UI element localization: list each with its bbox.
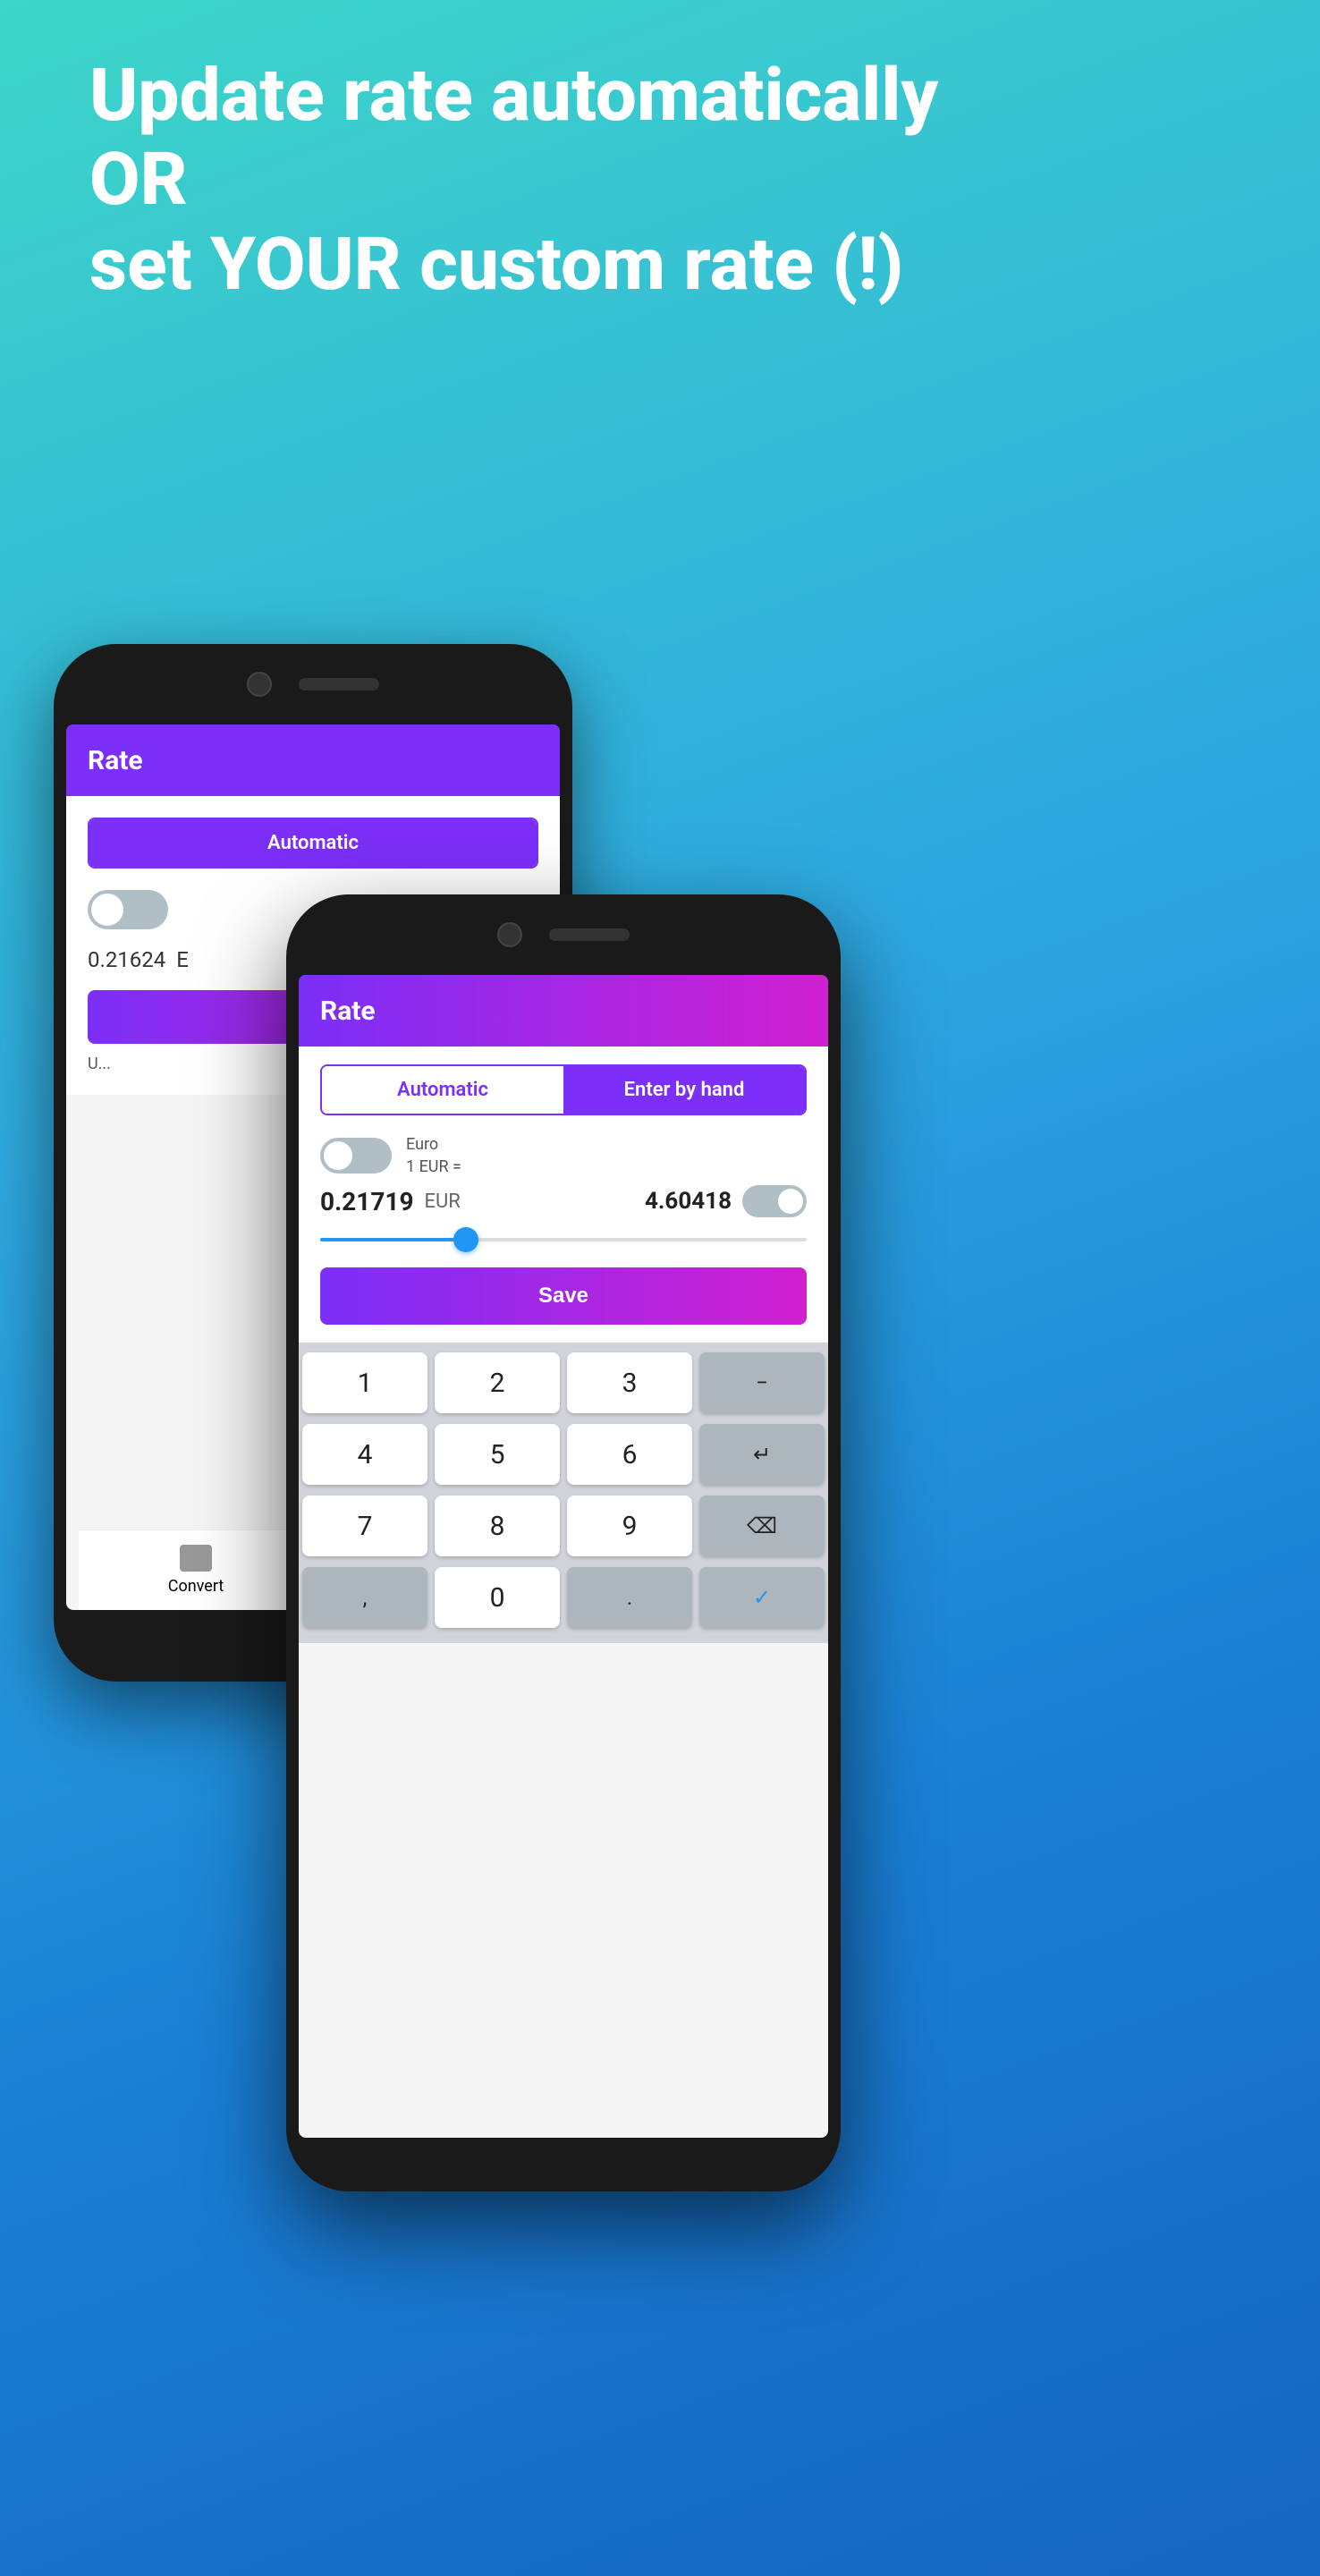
speaker-icon bbox=[299, 678, 379, 691]
kb-key-3[interactable]: 3 bbox=[567, 1352, 692, 1413]
auto-toggle-front[interactable] bbox=[320, 1138, 392, 1174]
rate-currency-label: EUR bbox=[425, 1191, 461, 1213]
kb-key-6[interactable]: 6 bbox=[567, 1424, 692, 1485]
rate-value-row: 0.21719 EUR 4.60418 bbox=[320, 1185, 807, 1217]
rate-right: 4.60418 bbox=[645, 1188, 732, 1215]
kb-key-minus[interactable]: − bbox=[699, 1352, 825, 1413]
euro-info: Euro 1 EUR = bbox=[406, 1133, 461, 1178]
camera-icon-front bbox=[497, 922, 522, 947]
headline-text: Update rate automatically OR set YOUR cu… bbox=[89, 54, 1231, 307]
kb-key-delete[interactable]: ⌫ bbox=[699, 1496, 825, 1556]
kb-key-1[interactable]: 1 bbox=[302, 1352, 427, 1413]
app-bar-front-title: Rate bbox=[320, 996, 376, 1027]
tab-front-automatic[interactable]: Automatic bbox=[322, 1066, 563, 1114]
nav-label-convert: Convert bbox=[168, 1577, 224, 1596]
app-bar-front: Rate bbox=[299, 975, 828, 1046]
tab-group-back[interactable]: Automatic bbox=[88, 818, 538, 869]
kb-key-confirm[interactable]: ✓ bbox=[699, 1567, 825, 1628]
camera-icon bbox=[247, 672, 272, 697]
kb-key-enter[interactable]: ↵ bbox=[699, 1424, 825, 1485]
kb-key-0[interactable]: 0 bbox=[435, 1567, 560, 1628]
phone-front-screen: Rate Automatic Enter by hand Euro 1 EUR … bbox=[299, 975, 828, 2138]
slider-track bbox=[320, 1238, 807, 1241]
speaker-icon-front bbox=[549, 928, 630, 941]
kb-key-2[interactable]: 2 bbox=[435, 1352, 560, 1413]
rate-value-back: 0.21624 bbox=[88, 947, 165, 972]
slider-thumb[interactable] bbox=[453, 1227, 478, 1252]
app-bar-back: Rate bbox=[66, 724, 560, 796]
rate-row-front: Euro 1 EUR = bbox=[320, 1133, 807, 1178]
currency-equation: 1 EUR = bbox=[406, 1156, 461, 1178]
kb-key-9[interactable]: 9 bbox=[567, 1496, 692, 1556]
phone-back-notch bbox=[54, 644, 572, 724]
phone-front-notch bbox=[286, 894, 841, 975]
kb-key-7[interactable]: 7 bbox=[302, 1496, 427, 1556]
rate-left: 0.21719 bbox=[320, 1187, 414, 1216]
rate-slider[interactable] bbox=[320, 1226, 807, 1253]
app-bar-back-title: Rate bbox=[88, 745, 143, 776]
nav-item-convert[interactable]: Convert bbox=[79, 1530, 313, 1610]
headline-line2: OR bbox=[89, 137, 188, 223]
tab-front-manual[interactable]: Enter by hand bbox=[563, 1066, 805, 1114]
keyboard: 1 2 3 − 4 5 6 ↵ 7 8 9 ⌫ , 0 . ✓ bbox=[299, 1343, 828, 1643]
headline-line3: set YOUR custom rate (!) bbox=[89, 222, 903, 308]
kb-key-8[interactable]: 8 bbox=[435, 1496, 560, 1556]
kb-row-2: 4 5 6 ↵ bbox=[299, 1421, 828, 1487]
save-button[interactable]: Save bbox=[320, 1267, 807, 1325]
auto-toggle-back[interactable] bbox=[88, 890, 168, 929]
kb-key-dot[interactable]: . bbox=[567, 1567, 692, 1628]
kb-row-4: , 0 . ✓ bbox=[299, 1564, 828, 1631]
kb-key-5[interactable]: 5 bbox=[435, 1424, 560, 1485]
kb-key-4[interactable]: 4 bbox=[302, 1424, 427, 1485]
currency-label: Euro bbox=[406, 1133, 461, 1156]
kb-row-3: 7 8 9 ⌫ bbox=[299, 1493, 828, 1559]
headline-line1: Update rate automatically bbox=[89, 53, 938, 139]
slider-fill bbox=[320, 1238, 466, 1241]
kb-key-comma[interactable]: , bbox=[302, 1567, 427, 1628]
convert-icon bbox=[180, 1545, 212, 1572]
rate-toggle-on[interactable] bbox=[742, 1185, 807, 1217]
kb-row-1: 1 2 3 − bbox=[299, 1350, 828, 1416]
phone-front: Rate Automatic Enter by hand Euro 1 EUR … bbox=[286, 894, 841, 2191]
tab-back-automatic[interactable]: Automatic bbox=[89, 819, 537, 867]
rate-currency-back: E bbox=[176, 947, 189, 972]
rate-screen-content: Automatic Enter by hand Euro 1 EUR = 0.2… bbox=[299, 1046, 828, 1343]
tab-group-front[interactable]: Automatic Enter by hand bbox=[320, 1064, 807, 1115]
